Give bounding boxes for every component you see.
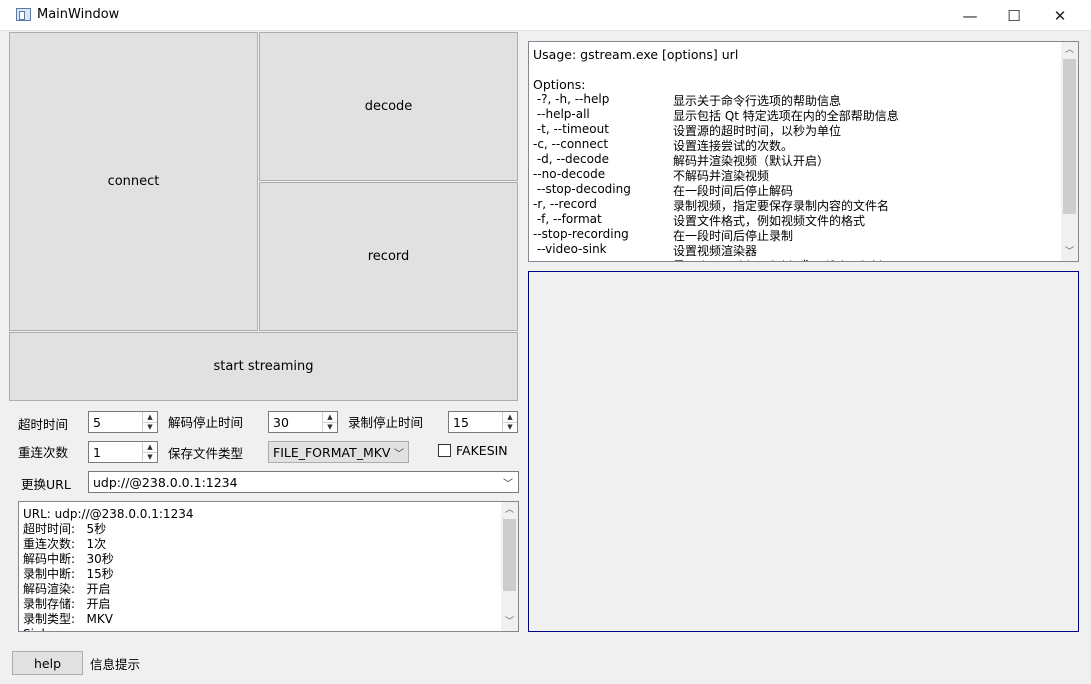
decode-button[interactable]: decode	[259, 32, 518, 181]
scroll-thumb[interactable]	[1063, 59, 1076, 214]
info-log-line: Sink:	[23, 627, 193, 631]
scroll-down-icon[interactable]: ﹀	[1061, 244, 1078, 261]
option-flag: -t, --timeout	[533, 122, 609, 136]
decode-stop-time-value: 30	[273, 415, 289, 430]
info-status-label: 信息提示	[90, 657, 141, 672]
option-flag: --stop-recording	[533, 227, 629, 241]
option-flag: -?, -h, --help	[533, 92, 610, 106]
option-flag: --no-decode	[533, 167, 606, 181]
app-window-icon	[16, 8, 31, 21]
save-file-type-select[interactable]: FILE_FORMAT_MKV ﹀	[268, 441, 409, 463]
info-log-textbox[interactable]: URL: udp://@238.0.0.1:1234 超时时间: 5秒 重连次数: …	[18, 501, 519, 632]
option-flag: -d, --decode	[533, 152, 609, 166]
url-label: 更换URL	[21, 477, 71, 492]
fakesink-label: FAKESIN	[456, 443, 508, 458]
record-stop-time-spinbox[interactable]: 15 ▲ ▼	[448, 411, 518, 433]
options-list: -?, -h, --help 显示关于命令行选项的帮助信息 --help-all 显…	[533, 92, 1053, 261]
info-log-line: 重连次数: 1次	[23, 537, 107, 551]
timeout-spinbox[interactable]: 5 ▲ ▼	[88, 411, 158, 433]
decode-stop-time-label: 解码停止时间	[168, 415, 244, 430]
reconnect-count-value: 1	[93, 445, 101, 460]
timeout-value: 5	[93, 415, 101, 430]
chevron-down-icon[interactable]: ﹀	[503, 475, 513, 490]
spin-down-icon[interactable]: ▼	[503, 422, 517, 432]
save-file-type-label: 保存文件类型	[168, 446, 244, 461]
reconnect-count-spinbox[interactable]: 1 ▲ ▼	[88, 441, 158, 463]
spin-down-icon[interactable]: ▼	[143, 422, 157, 432]
save-file-type-value: FILE_FORMAT_MKV	[273, 445, 391, 460]
help-text-panel[interactable]: Usage: gstream.exe [options] url Options…	[528, 41, 1079, 262]
info-log-line: 录制存储: 开启	[23, 597, 111, 611]
option-flag: -r, --record	[533, 197, 597, 211]
scroll-up-icon[interactable]: ︿	[1061, 42, 1078, 59]
scroll-thumb[interactable]	[503, 519, 516, 591]
url-combobox[interactable]: udp://@238.0.0.1:1234 ﹀	[88, 471, 519, 493]
close-icon[interactable]: ✕	[1037, 0, 1083, 31]
info-log-content: URL: udp://@238.0.0.1:1234 超时时间: 5秒 重连次数: …	[23, 507, 194, 631]
chevron-down-icon: ﹀	[394, 449, 404, 460]
start-streaming-button[interactable]: start streaming	[9, 332, 518, 401]
usage-line: Usage: gstream.exe [options] url	[533, 47, 739, 62]
title-bar: MainWindow — ☐ ✕	[0, 0, 1091, 31]
info-log-line: 解码中断: 30秒	[23, 552, 114, 566]
info-log-line: 录制中断: 15秒	[23, 567, 114, 581]
info-log-line: 超时时间: 5秒	[23, 522, 107, 536]
info-log-line: 解码渲染: 开启	[23, 582, 111, 596]
info-log-scrollbar[interactable]: ︿ ﹀	[501, 502, 518, 631]
option-description: 是 0 (autovideosink) 或 1 (fakesink)	[673, 257, 884, 261]
help-button[interactable]: help	[12, 651, 83, 675]
video-display-area	[528, 271, 1079, 632]
option-flag: --video-sink	[533, 242, 607, 256]
option-flag: --help-all	[533, 107, 590, 121]
spin-down-icon[interactable]: ▼	[323, 422, 337, 432]
options-header: Options:	[533, 77, 586, 92]
info-log-line: 录制类型: MKV	[23, 612, 113, 626]
decode-stop-time-spinbox[interactable]: 30 ▲ ▼	[268, 411, 338, 433]
scroll-up-icon[interactable]: ︿	[501, 502, 518, 519]
connect-button[interactable]: connect	[9, 32, 258, 331]
info-log-line: URL: udp://@238.0.0.1:1234	[23, 507, 194, 521]
timeout-label: 超时时间	[18, 417, 69, 432]
minimize-icon[interactable]: —	[947, 0, 993, 31]
record-stop-time-label: 录制停止时间	[348, 415, 424, 430]
maximize-icon[interactable]: ☐	[991, 0, 1037, 31]
record-stop-time-value: 15	[453, 415, 469, 430]
reconnect-count-label: 重连次数	[18, 445, 69, 460]
fakesink-checkbox[interactable]	[438, 444, 451, 457]
help-text-scrollbar[interactable]: ︿ ﹀	[1061, 42, 1078, 261]
url-value: udp://@238.0.0.1:1234	[93, 475, 238, 490]
scroll-down-icon[interactable]: ﹀	[501, 614, 518, 631]
option-flag: --stop-decoding	[533, 182, 631, 196]
option-flag: -f, --format	[533, 212, 602, 226]
spin-down-icon[interactable]: ▼	[143, 452, 157, 462]
record-button[interactable]: record	[259, 182, 518, 331]
option-flag: -c, --connect	[533, 137, 609, 151]
window-title: MainWindow	[37, 7, 120, 22]
